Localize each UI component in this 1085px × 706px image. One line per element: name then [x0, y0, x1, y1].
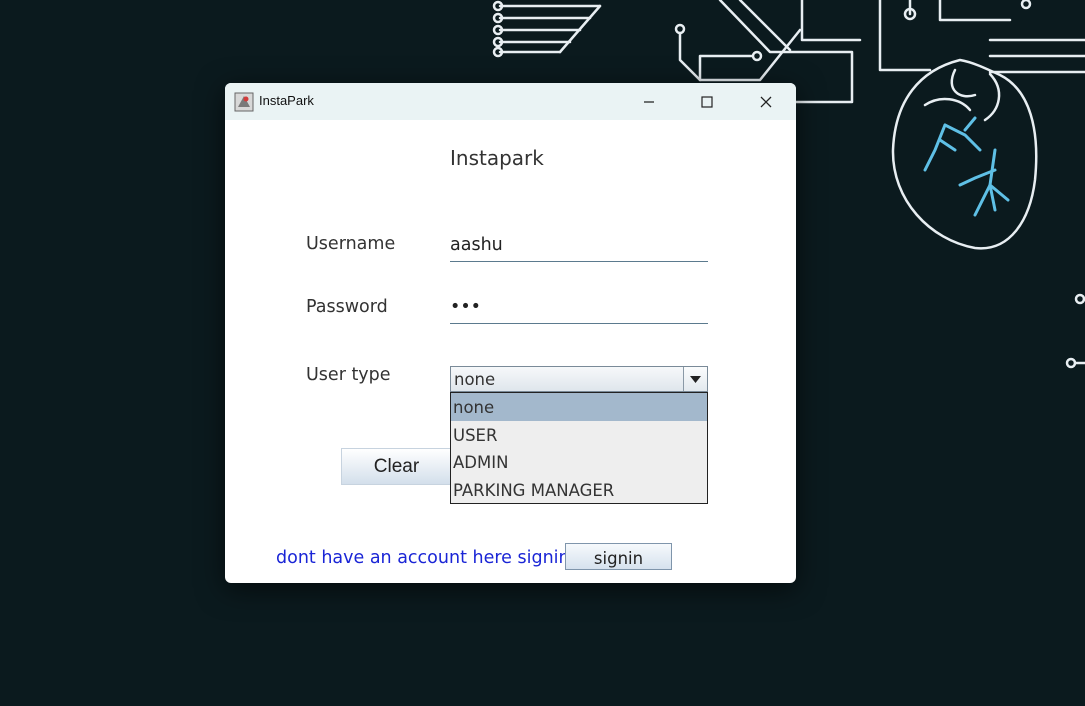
dropdown-option-none[interactable]: none [451, 393, 707, 421]
form-heading: Instapark [450, 146, 544, 170]
usertype-selected-value: none [454, 370, 496, 389]
dropdown-arrow-button[interactable] [683, 367, 707, 391]
close-icon [760, 96, 772, 107]
usertype-select[interactable]: none [450, 366, 708, 392]
password-label: Password [306, 297, 388, 317]
maximize-icon [701, 95, 713, 108]
signup-link[interactable]: dont have an account here signin [276, 548, 570, 568]
username-label: Username [306, 234, 396, 254]
dropdown-option-admin[interactable]: ADMIN [451, 448, 707, 476]
usertype-label: User type [306, 365, 391, 385]
username-input[interactable]: aashu [450, 231, 708, 262]
clear-button[interactable]: Clear [341, 448, 452, 485]
close-button[interactable] [737, 83, 795, 120]
chevron-down-icon [690, 375, 701, 383]
minimize-icon [644, 100, 654, 103]
window-title: InstaPark [259, 93, 314, 108]
maximize-button[interactable] [678, 83, 736, 120]
java-app-icon [234, 92, 254, 112]
title-bar[interactable]: InstaPark [225, 83, 796, 120]
password-input[interactable]: ••• [450, 293, 708, 324]
minimize-button[interactable] [620, 83, 678, 120]
dropdown-option-parking-manager[interactable]: PARKING MANAGER [451, 476, 707, 504]
login-window: InstaPark Instapark Username aashu Passw… [225, 83, 796, 583]
signin-button[interactable]: signin [565, 543, 672, 570]
dropdown-option-user[interactable]: USER [451, 421, 707, 449]
usertype-dropdown-list: none USER ADMIN PARKING MANAGER [450, 392, 708, 504]
